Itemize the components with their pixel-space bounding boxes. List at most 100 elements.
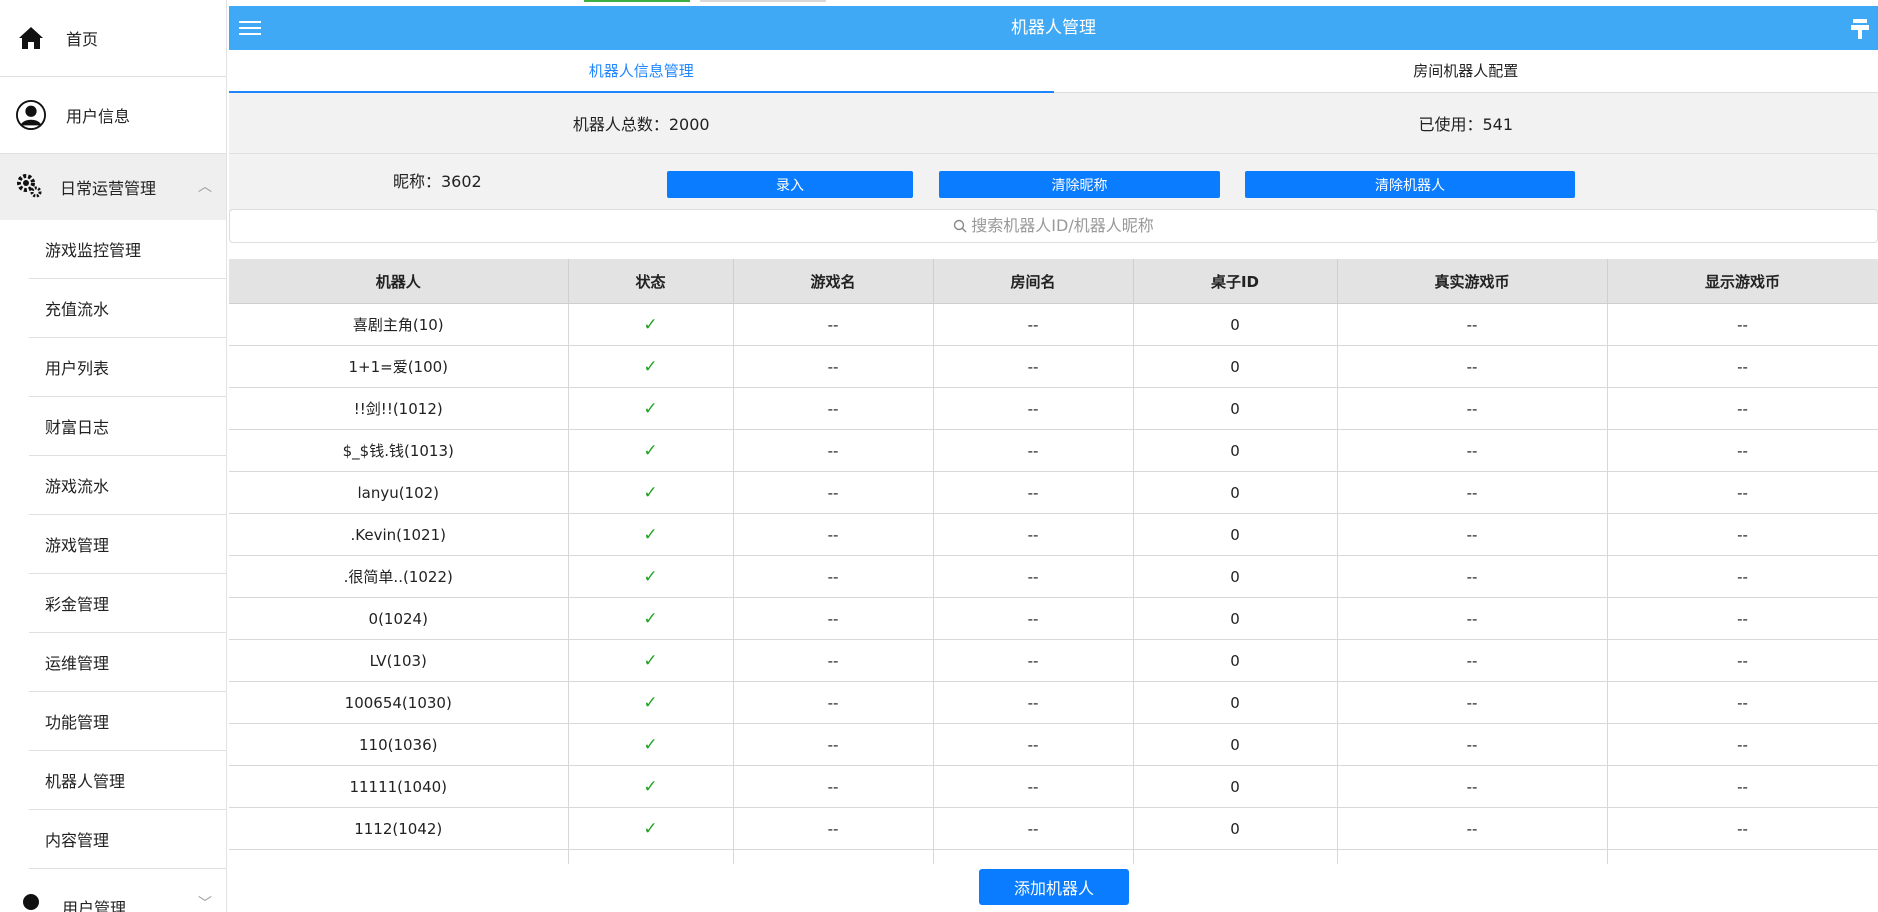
tab-indicator-green bbox=[584, 0, 690, 2]
table-row[interactable]: 11111(1040) ✓ -- -- 0 -- -- bbox=[229, 765, 1878, 808]
sidebar-item-label: 用户信息 bbox=[66, 107, 131, 126]
table-row[interactable]: ✓0 bbox=[229, 849, 1878, 864]
table-cell: -- bbox=[933, 471, 1134, 514]
table-row[interactable]: 1+1=爱(100) ✓ -- -- 0 -- -- bbox=[229, 345, 1878, 388]
table-cell: 0 bbox=[1133, 471, 1338, 514]
stats-bar: 机器人总数：2000 已使用：541 bbox=[229, 93, 1878, 154]
table-cell: 0 bbox=[1133, 345, 1338, 388]
table-cell: -- bbox=[733, 471, 934, 514]
sidebar-item-ops-manage[interactable]: 运维管理 bbox=[29, 633, 226, 692]
table-body: 喜剧主角(10) ✓ -- -- 0 -- -- 1+1=爱(100) ✓ -- -- 0 -- --!!… bbox=[229, 303, 1878, 864]
table-cell: -- bbox=[933, 723, 1134, 766]
table-header-row: 机器人 状态 游戏名 房间名 桌子ID 真实游戏币 显示游戏币 bbox=[229, 259, 1878, 304]
table-cell: 0 bbox=[1133, 639, 1338, 682]
status-check-icon: ✓ bbox=[568, 681, 734, 724]
table-cell: 100654(1030) bbox=[229, 681, 569, 724]
table-cell: -- bbox=[733, 597, 934, 640]
table-cell: 0 bbox=[1133, 429, 1338, 472]
home-icon bbox=[16, 23, 46, 53]
clear-nickname-button[interactable]: 清除昵称 bbox=[939, 171, 1220, 198]
app-header: 机器人管理 bbox=[229, 6, 1878, 50]
pin-icon[interactable] bbox=[1850, 18, 1870, 40]
status-check-icon: ✓ bbox=[568, 471, 734, 514]
table-cell: -- bbox=[1607, 303, 1878, 346]
table-cell: 0 bbox=[1133, 387, 1338, 430]
sidebar-group-user-manage[interactable]: 用户管理 ﹀ bbox=[0, 877, 226, 912]
table-row[interactable]: $_$钱.钱(1013) ✓ -- -- 0 -- -- bbox=[229, 429, 1878, 472]
table-row[interactable]: .Kevin(1021) ✓ -- -- 0 -- -- bbox=[229, 513, 1878, 556]
gear-icon bbox=[14, 170, 44, 204]
clear-robot-button[interactable]: 清除机器人 bbox=[1245, 171, 1575, 198]
status-check-icon: ✓ bbox=[568, 513, 734, 556]
sidebar-item-user-info[interactable]: 用户信息 bbox=[0, 77, 226, 154]
table-cell: 0 bbox=[1133, 849, 1338, 864]
status-check-icon: ✓ bbox=[568, 723, 734, 766]
table-row[interactable]: LV(103) ✓ -- -- 0 -- -- bbox=[229, 639, 1878, 682]
table-cell bbox=[1607, 849, 1878, 864]
sidebar-item-game-flow[interactable]: 游戏流水 bbox=[29, 456, 226, 515]
search-input[interactable]: 搜索机器人ID/机器人昵称 bbox=[229, 209, 1878, 243]
action-bar: 昵称：3602 录入 清除昵称 清除机器人 bbox=[229, 154, 1878, 211]
status-check-icon: ✓ bbox=[568, 387, 734, 430]
table-cell: -- bbox=[1607, 723, 1878, 766]
table-row[interactable]: 1112(1042) ✓ -- -- 0 -- -- bbox=[229, 807, 1878, 850]
table-row[interactable]: 110(1036) ✓ -- -- 0 -- -- bbox=[229, 723, 1878, 766]
add-robot-button[interactable]: 添加机器人 bbox=[979, 869, 1129, 905]
sidebar: 首页 用户信息 日常运营管理 ︿ 游戏监控管理 充值流水 用户列表 财富日志 游… bbox=[0, 0, 227, 912]
sidebar-item-home[interactable]: 首页 bbox=[0, 0, 226, 77]
table-cell: -- bbox=[733, 555, 934, 598]
sidebar-item-label: 首页 bbox=[66, 30, 99, 49]
sidebar-group-daily-ops[interactable]: 日常运营管理 ︿ bbox=[0, 154, 226, 220]
table-cell: -- bbox=[1337, 597, 1608, 640]
table-cell: -- bbox=[933, 765, 1134, 808]
chevron-down-icon: ﹀ bbox=[198, 896, 212, 912]
sidebar-item-robot-manage[interactable]: 机器人管理 bbox=[29, 751, 226, 810]
tab-bar: 机器人信息管理 房间机器人配置 bbox=[229, 50, 1878, 93]
table-row[interactable]: 喜剧主角(10) ✓ -- -- 0 -- -- bbox=[229, 303, 1878, 346]
table-cell: -- bbox=[1337, 345, 1608, 388]
nickname-count: 昵称：3602 bbox=[393, 172, 482, 191]
status-check-icon: ✓ bbox=[568, 639, 734, 682]
sidebar-item-jackpot-manage[interactable]: 彩金管理 bbox=[29, 574, 226, 633]
status-check-icon: ✓ bbox=[568, 849, 734, 864]
sidebar-item-user-list[interactable]: 用户列表 bbox=[29, 338, 226, 397]
table-row[interactable]: !!剑!!(1012) ✓ -- -- 0 -- -- bbox=[229, 387, 1878, 430]
table-row[interactable]: 100654(1030) ✓ -- -- 0 -- -- bbox=[229, 681, 1878, 724]
table-cell: -- bbox=[1337, 555, 1608, 598]
column-header-game-name: 游戏名 bbox=[733, 259, 934, 304]
sidebar-item-wealth-log[interactable]: 财富日志 bbox=[29, 397, 226, 456]
record-button[interactable]: 录入 bbox=[667, 171, 913, 198]
table-row[interactable]: .很简单..(1022) ✓ -- -- 0 -- -- bbox=[229, 555, 1878, 598]
table-cell: -- bbox=[933, 681, 1134, 724]
table-cell bbox=[733, 849, 934, 864]
tab-robot-info[interactable]: 机器人信息管理 bbox=[229, 50, 1054, 93]
table-cell: -- bbox=[933, 513, 1134, 556]
table-cell: -- bbox=[1607, 597, 1878, 640]
table-cell: !!剑!!(1012) bbox=[229, 387, 569, 430]
sidebar-item-recharge-flow[interactable]: 充值流水 bbox=[29, 279, 226, 338]
robot-table-wrap: 机器人 状态 游戏名 房间名 桌子ID 真实游戏币 显示游戏币 喜剧主角(10)… bbox=[229, 259, 1878, 864]
table-cell: LV(103) bbox=[229, 639, 569, 682]
sidebar-item-content-manage[interactable]: 内容管理 bbox=[29, 810, 226, 869]
table-cell: -- bbox=[1607, 513, 1878, 556]
table-cell: 1112(1042) bbox=[229, 807, 569, 850]
sidebar-item-feature-manage[interactable]: 功能管理 bbox=[29, 692, 226, 751]
table-cell: 0 bbox=[1133, 723, 1338, 766]
column-header-table-id: 桌子ID bbox=[1133, 259, 1338, 304]
table-cell: -- bbox=[1607, 429, 1878, 472]
tab-room-robot-config[interactable]: 房间机器人配置 bbox=[1054, 50, 1878, 92]
sidebar-item-game-monitor[interactable]: 游戏监控管理 bbox=[29, 220, 226, 279]
table-cell: 0 bbox=[1133, 513, 1338, 556]
sidebar-item-game-manage[interactable]: 游戏管理 bbox=[29, 515, 226, 574]
status-check-icon: ✓ bbox=[568, 807, 734, 850]
table-cell: -- bbox=[733, 345, 934, 388]
table-row[interactable]: 0(1024) ✓ -- -- 0 -- -- bbox=[229, 597, 1878, 640]
table-cell: 0 bbox=[1133, 765, 1338, 808]
table-row[interactable]: lanyu(102) ✓ -- -- 0 -- -- bbox=[229, 471, 1878, 514]
table-cell: -- bbox=[1337, 681, 1608, 724]
table-cell: -- bbox=[1607, 387, 1878, 430]
search-wrap: 搜索机器人ID/机器人昵称 bbox=[229, 209, 1878, 245]
table-cell: -- bbox=[733, 387, 934, 430]
table-cell: -- bbox=[733, 303, 934, 346]
table-cell: -- bbox=[1337, 429, 1608, 472]
